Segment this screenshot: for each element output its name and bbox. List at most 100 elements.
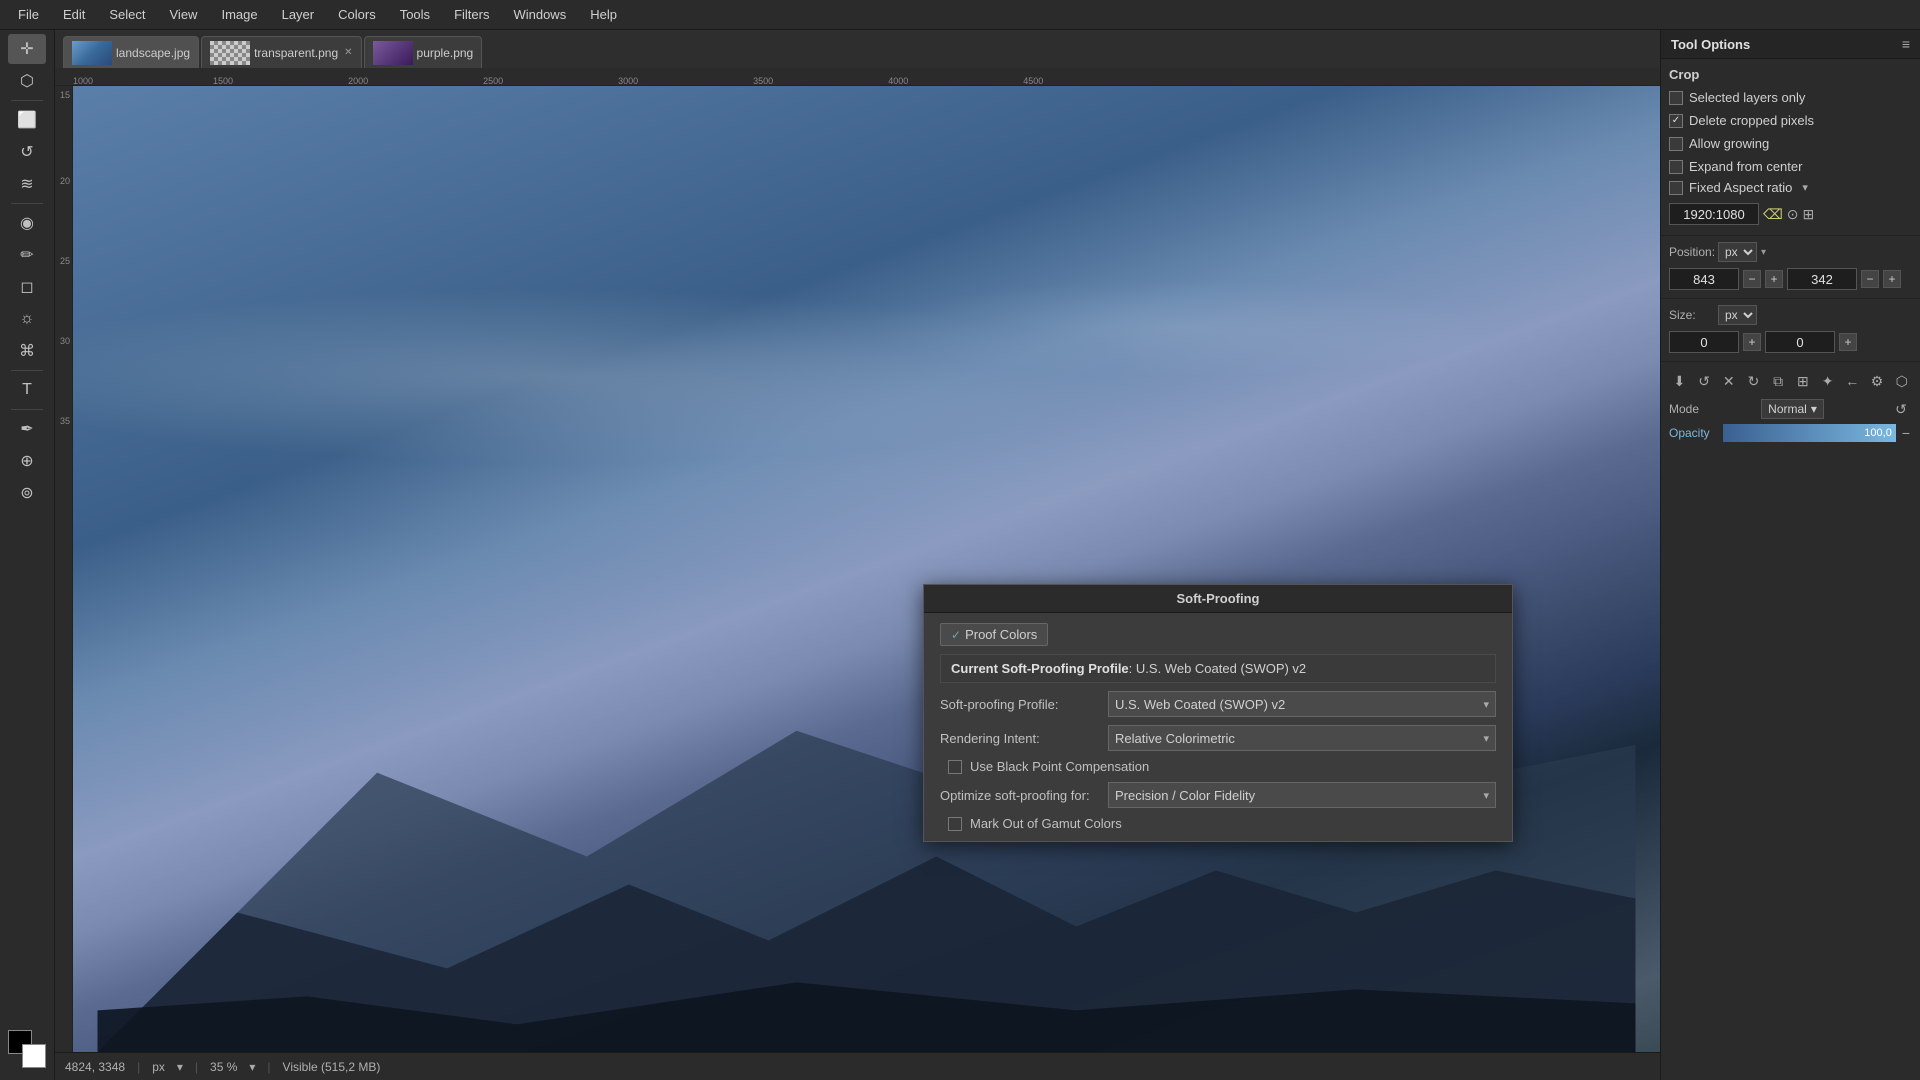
tool-options-header: Tool Options ≡	[1661, 30, 1920, 59]
opacity-minus-btn[interactable]: −	[1900, 425, 1912, 441]
status-sep-3: |	[267, 1060, 270, 1074]
dodge-tool[interactable]: ☼	[8, 304, 46, 334]
menu-colors[interactable]: Colors	[328, 4, 386, 25]
paint-bucket-tool[interactable]: ◉	[8, 208, 46, 238]
rendering-select[interactable]: Relative Colorimetric ▾	[1108, 725, 1496, 751]
selected-layers-checkbox[interactable]	[1669, 91, 1683, 105]
fixed-aspect-checkbox[interactable]	[1669, 181, 1683, 195]
position-y-plus[interactable]: +	[1883, 270, 1901, 288]
rotate-tool[interactable]: ↺	[8, 137, 46, 167]
settings-icon[interactable]: ⚙	[1867, 370, 1888, 392]
mode-select[interactable]: Normal ▾	[1761, 399, 1824, 419]
menu-layer[interactable]: Layer	[272, 4, 325, 25]
tab-landscape[interactable]: landscape.jpg	[63, 36, 199, 68]
size-w-plus[interactable]: +	[1743, 333, 1761, 351]
optimize-select[interactable]: Precision / Color Fidelity ▾	[1108, 782, 1496, 808]
layers-icon[interactable]: ⧉	[1768, 370, 1789, 392]
proof-colors-button[interactable]: ✓ Proof Colors	[940, 623, 1048, 646]
grid-icon[interactable]: ⊞	[1793, 370, 1814, 392]
smudge-tool[interactable]: ⌘	[8, 336, 46, 366]
tool-separator-2	[11, 203, 43, 204]
text-tool[interactable]: T	[8, 375, 46, 405]
clear-dimension-icon[interactable]: ⌫	[1763, 206, 1783, 223]
allow-growing-checkbox[interactable]	[1669, 137, 1683, 151]
dimension-input[interactable]	[1669, 203, 1759, 225]
canvas-scroll[interactable]: Soft-Proofing ✓ Proof Colors Curren	[73, 86, 1660, 1052]
close-icon[interactable]: ✕	[1718, 370, 1739, 392]
warp-tool[interactable]: ≋	[8, 169, 46, 199]
position-x-minus[interactable]: −	[1743, 270, 1761, 288]
ruler-marks-h: 1000 1500 2000 2500 3000 3500 4000 4500	[73, 68, 1043, 86]
reset-icon[interactable]: ↺	[1694, 370, 1715, 392]
menu-filters[interactable]: Filters	[444, 4, 499, 25]
background-color[interactable]	[22, 1044, 46, 1068]
download-icon[interactable]: ⬇	[1669, 370, 1690, 392]
menu-edit[interactable]: Edit	[53, 4, 95, 25]
ruler-left: 15 20 25 30 35	[55, 86, 73, 1052]
tab-transparent[interactable]: transparent.png ✕	[201, 36, 361, 68]
fixed-aspect-chevron[interactable]: ▾	[1802, 181, 1808, 194]
rendering-select-chevron: ▾	[1483, 732, 1489, 745]
menu-tools[interactable]: Tools	[390, 4, 440, 25]
position-y-minus[interactable]: −	[1861, 270, 1879, 288]
tool-options-menu-btn[interactable]: ≡	[1902, 36, 1910, 52]
erase-tool[interactable]: ◻	[8, 272, 46, 302]
current-profile-value: U.S. Web Coated (SWOP) v2	[1136, 661, 1306, 676]
optimize-label: Optimize soft-proofing for:	[940, 788, 1100, 803]
proof-colors-check: ✓	[951, 628, 961, 642]
size-h-input[interactable]	[1765, 331, 1835, 353]
tab-thumbnail-landscape	[72, 41, 112, 65]
opacity-slider[interactable]: 100,0	[1723, 424, 1896, 442]
redo-icon[interactable]: ↻	[1743, 370, 1764, 392]
tab-close-transparent[interactable]: ✕	[344, 47, 352, 58]
profile-select-value: U.S. Web Coated (SWOP) v2	[1115, 697, 1285, 712]
zoom-dropdown[interactable]: ▾	[249, 1060, 255, 1074]
size-w-input[interactable]	[1669, 331, 1739, 353]
unit-dropdown[interactable]: ▾	[177, 1060, 183, 1074]
wand-icon[interactable]: ✦	[1817, 370, 1838, 392]
expand-icon[interactable]: ⬡	[1891, 370, 1912, 392]
align-tool[interactable]: ⬡	[8, 66, 46, 96]
canvas-image	[73, 86, 1660, 1052]
menu-file[interactable]: File	[8, 4, 49, 25]
move-tool[interactable]: ✛	[8, 34, 46, 64]
size-unit-select[interactable]: px	[1718, 305, 1757, 325]
black-point-row: Use Black Point Compensation	[940, 759, 1496, 774]
menu-image[interactable]: Image	[211, 4, 267, 25]
black-point-checkbox[interactable]	[948, 760, 962, 774]
position-x-plus[interactable]: +	[1765, 270, 1783, 288]
position-unit-select[interactable]: px	[1718, 242, 1757, 262]
fixed-aspect-label: Fixed Aspect ratio	[1689, 180, 1792, 195]
delete-cropped-label: Delete cropped pixels	[1689, 113, 1814, 128]
size-h-plus[interactable]: +	[1839, 333, 1857, 351]
arrow-back-icon[interactable]: ←	[1842, 370, 1863, 392]
menu-windows[interactable]: Windows	[503, 4, 576, 25]
copy-dimension-icon[interactable]: ⊙	[1787, 206, 1799, 223]
measure-tool[interactable]: ⊚	[8, 478, 46, 508]
pencil-tool[interactable]: ✏	[8, 240, 46, 270]
color-picker-tool[interactable]: ✒	[8, 414, 46, 444]
tool-separator-1	[11, 100, 43, 101]
canvas-area: landscape.jpg transparent.png ✕ purple.p…	[55, 30, 1660, 1080]
position-y-input[interactable]	[1787, 268, 1857, 290]
expand-center-checkbox[interactable]	[1669, 160, 1683, 174]
gamut-checkbox[interactable]	[948, 817, 962, 831]
status-sep-1: |	[137, 1060, 140, 1074]
dialog-body: ✓ Proof Colors Current Soft-Proofing Pro…	[924, 613, 1512, 841]
delete-cropped-checkbox[interactable]	[1669, 114, 1683, 128]
magnify-tool[interactable]: ⊕	[8, 446, 46, 476]
current-profile-prefix: Current Soft-Proofing Profile	[951, 661, 1129, 676]
mode-reset-icon[interactable]: ↺	[1890, 398, 1912, 420]
crop-tool[interactable]: ⬜	[8, 105, 46, 135]
menu-view[interactable]: View	[160, 4, 208, 25]
menu-select[interactable]: Select	[99, 4, 155, 25]
paste-dimension-icon[interactable]: ⊞	[1803, 206, 1815, 223]
profile-select-chevron: ▾	[1483, 698, 1489, 711]
menu-help[interactable]: Help	[580, 4, 627, 25]
tab-purple[interactable]: purple.png	[364, 36, 483, 68]
unit-label: px	[152, 1060, 165, 1074]
tab-thumbnail-purple	[373, 41, 413, 65]
position-x-input[interactable]	[1669, 268, 1739, 290]
profile-select[interactable]: U.S. Web Coated (SWOP) v2 ▾	[1108, 691, 1496, 717]
dialog-titlebar[interactable]: Soft-Proofing	[924, 585, 1512, 613]
